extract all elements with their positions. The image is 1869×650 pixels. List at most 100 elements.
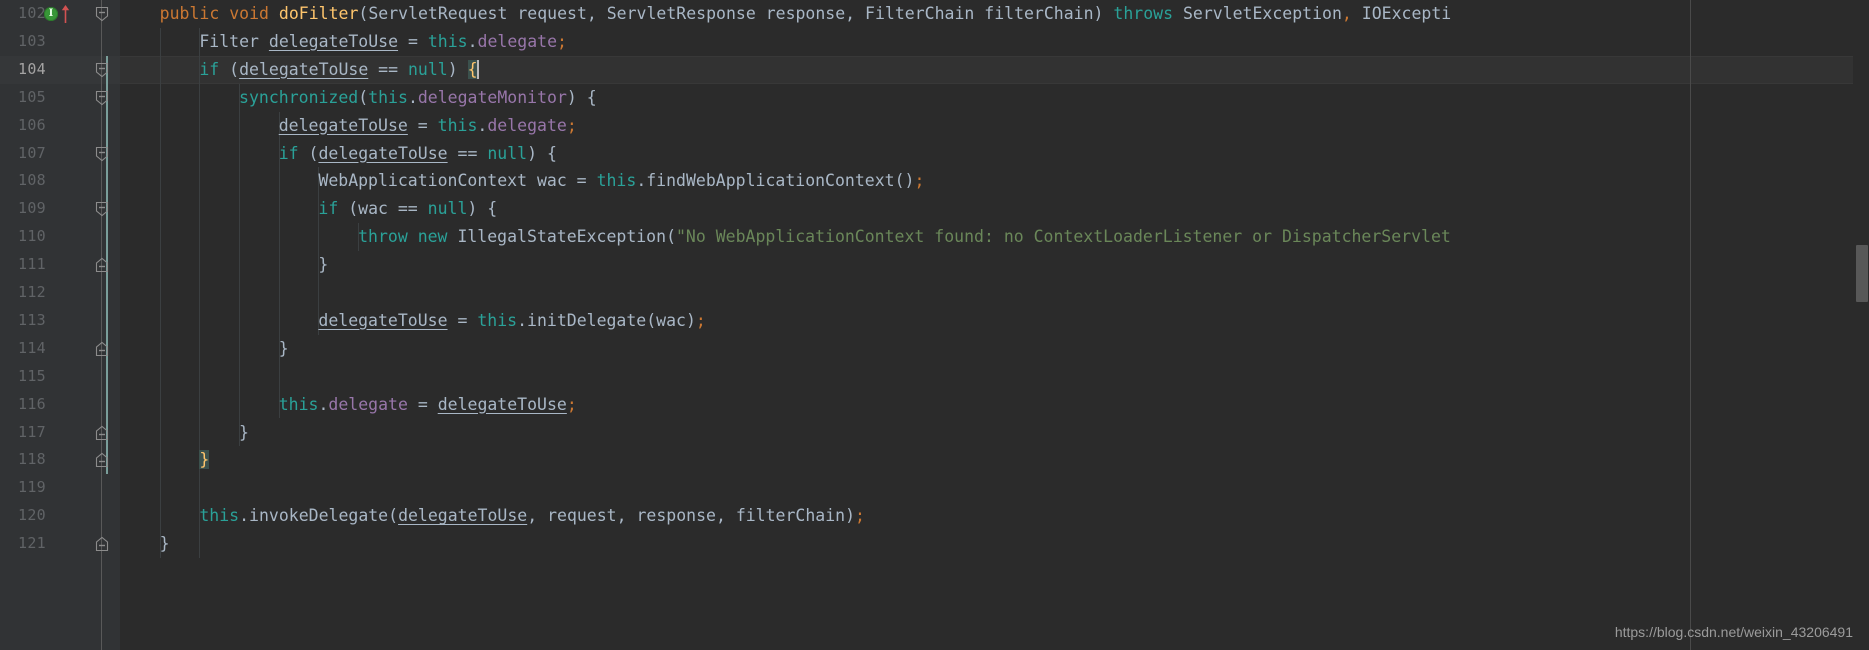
code-token: = (447, 310, 478, 330)
code-token: ; (855, 506, 865, 526)
code-token: ( (358, 4, 369, 23)
code-token: ) (447, 59, 468, 79)
line-number: 110 (18, 227, 46, 246)
code-token: this (477, 310, 518, 330)
code-token: this (278, 394, 319, 414)
code-token: null (487, 143, 528, 163)
code-editor[interactable]: public void doFilter(ServletRequest requ… (0, 0, 1869, 650)
code-token: findWebApplicationContext (646, 171, 895, 191)
code-token: () (894, 171, 915, 191)
vertical-scrollbar-thumb[interactable] (1856, 245, 1868, 302)
line-number: 115 (18, 366, 46, 385)
code-token: ServletRequest (368, 4, 508, 23)
code-token: ( (388, 506, 399, 526)
fold-start-icon[interactable] (93, 5, 111, 23)
code-token: null (408, 59, 448, 79)
code-line[interactable]: } (318, 251, 328, 279)
code-line[interactable]: if (delegateToUse == null) { (279, 140, 557, 168)
code-line[interactable]: public void doFilter(ServletRequest requ… (160, 0, 1452, 28)
code-token: this (427, 31, 468, 51)
code-line[interactable]: if (delegateToUse == null) { (199, 56, 479, 84)
line-number: 114 (18, 338, 46, 357)
code-line[interactable]: Filter delegateToUse = this.delegate; (199, 28, 567, 56)
gutter-row[interactable]: 108 (0, 167, 120, 195)
code-token: == (447, 143, 488, 163)
code-line[interactable]: this.invokeDelegate(delegateToUse, reque… (199, 502, 865, 530)
code-line[interactable]: } (239, 419, 249, 447)
gutter-row[interactable]: 110 (0, 223, 120, 251)
code-token: throws (1113, 4, 1174, 23)
method-override-arrow-icon[interactable] (60, 4, 71, 24)
code-line[interactable]: delegateToUse = this.initDelegate(wac); (318, 307, 705, 335)
fold-end-icon[interactable] (93, 535, 111, 553)
code-token: this (199, 506, 240, 526)
gutter-row[interactable]: 103 (0, 28, 120, 56)
gutter-row[interactable]: 113 (0, 307, 120, 335)
code-line[interactable]: throw new IllegalStateException("No WebA… (358, 223, 1451, 251)
code-token: this (368, 87, 408, 107)
code-token: ; (566, 394, 577, 414)
gutter-row[interactable]: 112 (0, 279, 120, 307)
code-line[interactable]: delegateToUse = this.delegate; (279, 112, 577, 140)
code-token: . (477, 115, 488, 135)
fold-end-icon[interactable] (93, 340, 111, 358)
code-line[interactable]: } (160, 530, 170, 558)
code-line[interactable]: WebApplicationContext wac = this.findWeb… (318, 167, 924, 195)
line-number: 117 (18, 422, 46, 441)
implementing-method-icon[interactable]: I (44, 7, 58, 21)
code-line[interactable]: } (279, 335, 289, 363)
code-token: FilterChain (865, 4, 975, 23)
code-token: delegateToUse (398, 506, 528, 526)
line-number: 113 (18, 310, 46, 329)
text-caret (476, 59, 479, 79)
code-token: . (407, 87, 418, 107)
gutter-row[interactable]: 106 (0, 112, 120, 140)
code-token: delegate (328, 394, 408, 414)
code-line[interactable]: } (199, 446, 210, 474)
fold-start-icon[interactable] (93, 61, 111, 79)
gutter-row[interactable]: 116 (0, 391, 120, 419)
code-token: ( (298, 143, 319, 163)
gutter-row[interactable]: 115 (0, 363, 120, 391)
fold-end-icon[interactable] (93, 256, 111, 274)
right-margin-guide (1690, 0, 1691, 650)
code-token: public (159, 4, 220, 23)
code-token: ( (666, 227, 676, 247)
indent-guide (159, 27, 161, 558)
code-token: (wac == (338, 199, 428, 219)
code-canvas[interactable]: public void doFilter(ServletRequest requ… (120, 0, 1869, 650)
line-number: 102 (18, 4, 46, 22)
line-number: 111 (18, 255, 46, 274)
fold-start-icon[interactable] (93, 145, 111, 163)
code-token: if (318, 199, 339, 219)
code-line[interactable]: synchronized(this.delegateMonitor) { (239, 84, 597, 112)
line-number: 107 (18, 143, 46, 162)
gutter-row[interactable]: 119 (0, 474, 120, 502)
code-token: filterChain) (974, 4, 1114, 23)
code-token: ServletException (1182, 4, 1342, 23)
editor-gutter[interactable]: 102 103 104 105 106 107 108 109 110 111 112 113 114 1… (0, 0, 120, 650)
code-token: , request, response, filterChain) (527, 506, 856, 526)
code-token: = (398, 31, 428, 51)
gutter-row[interactable]: 120 (0, 502, 120, 530)
code-token: ( (358, 87, 369, 107)
code-token: void (229, 4, 269, 23)
code-token: delegateToUse (318, 143, 448, 163)
code-token: (wac) (646, 310, 696, 330)
line-number: 118 (18, 450, 46, 469)
line-number: 104 (18, 59, 46, 78)
fold-start-icon[interactable] (93, 89, 111, 107)
code-line[interactable]: if (wac == null) { (318, 195, 497, 223)
code-line[interactable]: this.delegate = delegateToUse; (279, 391, 577, 419)
line-number: 116 (18, 394, 46, 413)
fold-start-icon[interactable] (93, 200, 111, 218)
code-token: delegateToUse (278, 115, 408, 135)
fold-end-icon[interactable] (93, 424, 111, 442)
fold-end-icon[interactable] (93, 451, 111, 469)
code-token: ( (219, 59, 240, 79)
code-token: = (407, 115, 438, 135)
code-token: ) { (566, 87, 597, 107)
vertical-scrollbar[interactable] (1853, 0, 1869, 650)
code-token: invokeDelegate (249, 506, 389, 526)
